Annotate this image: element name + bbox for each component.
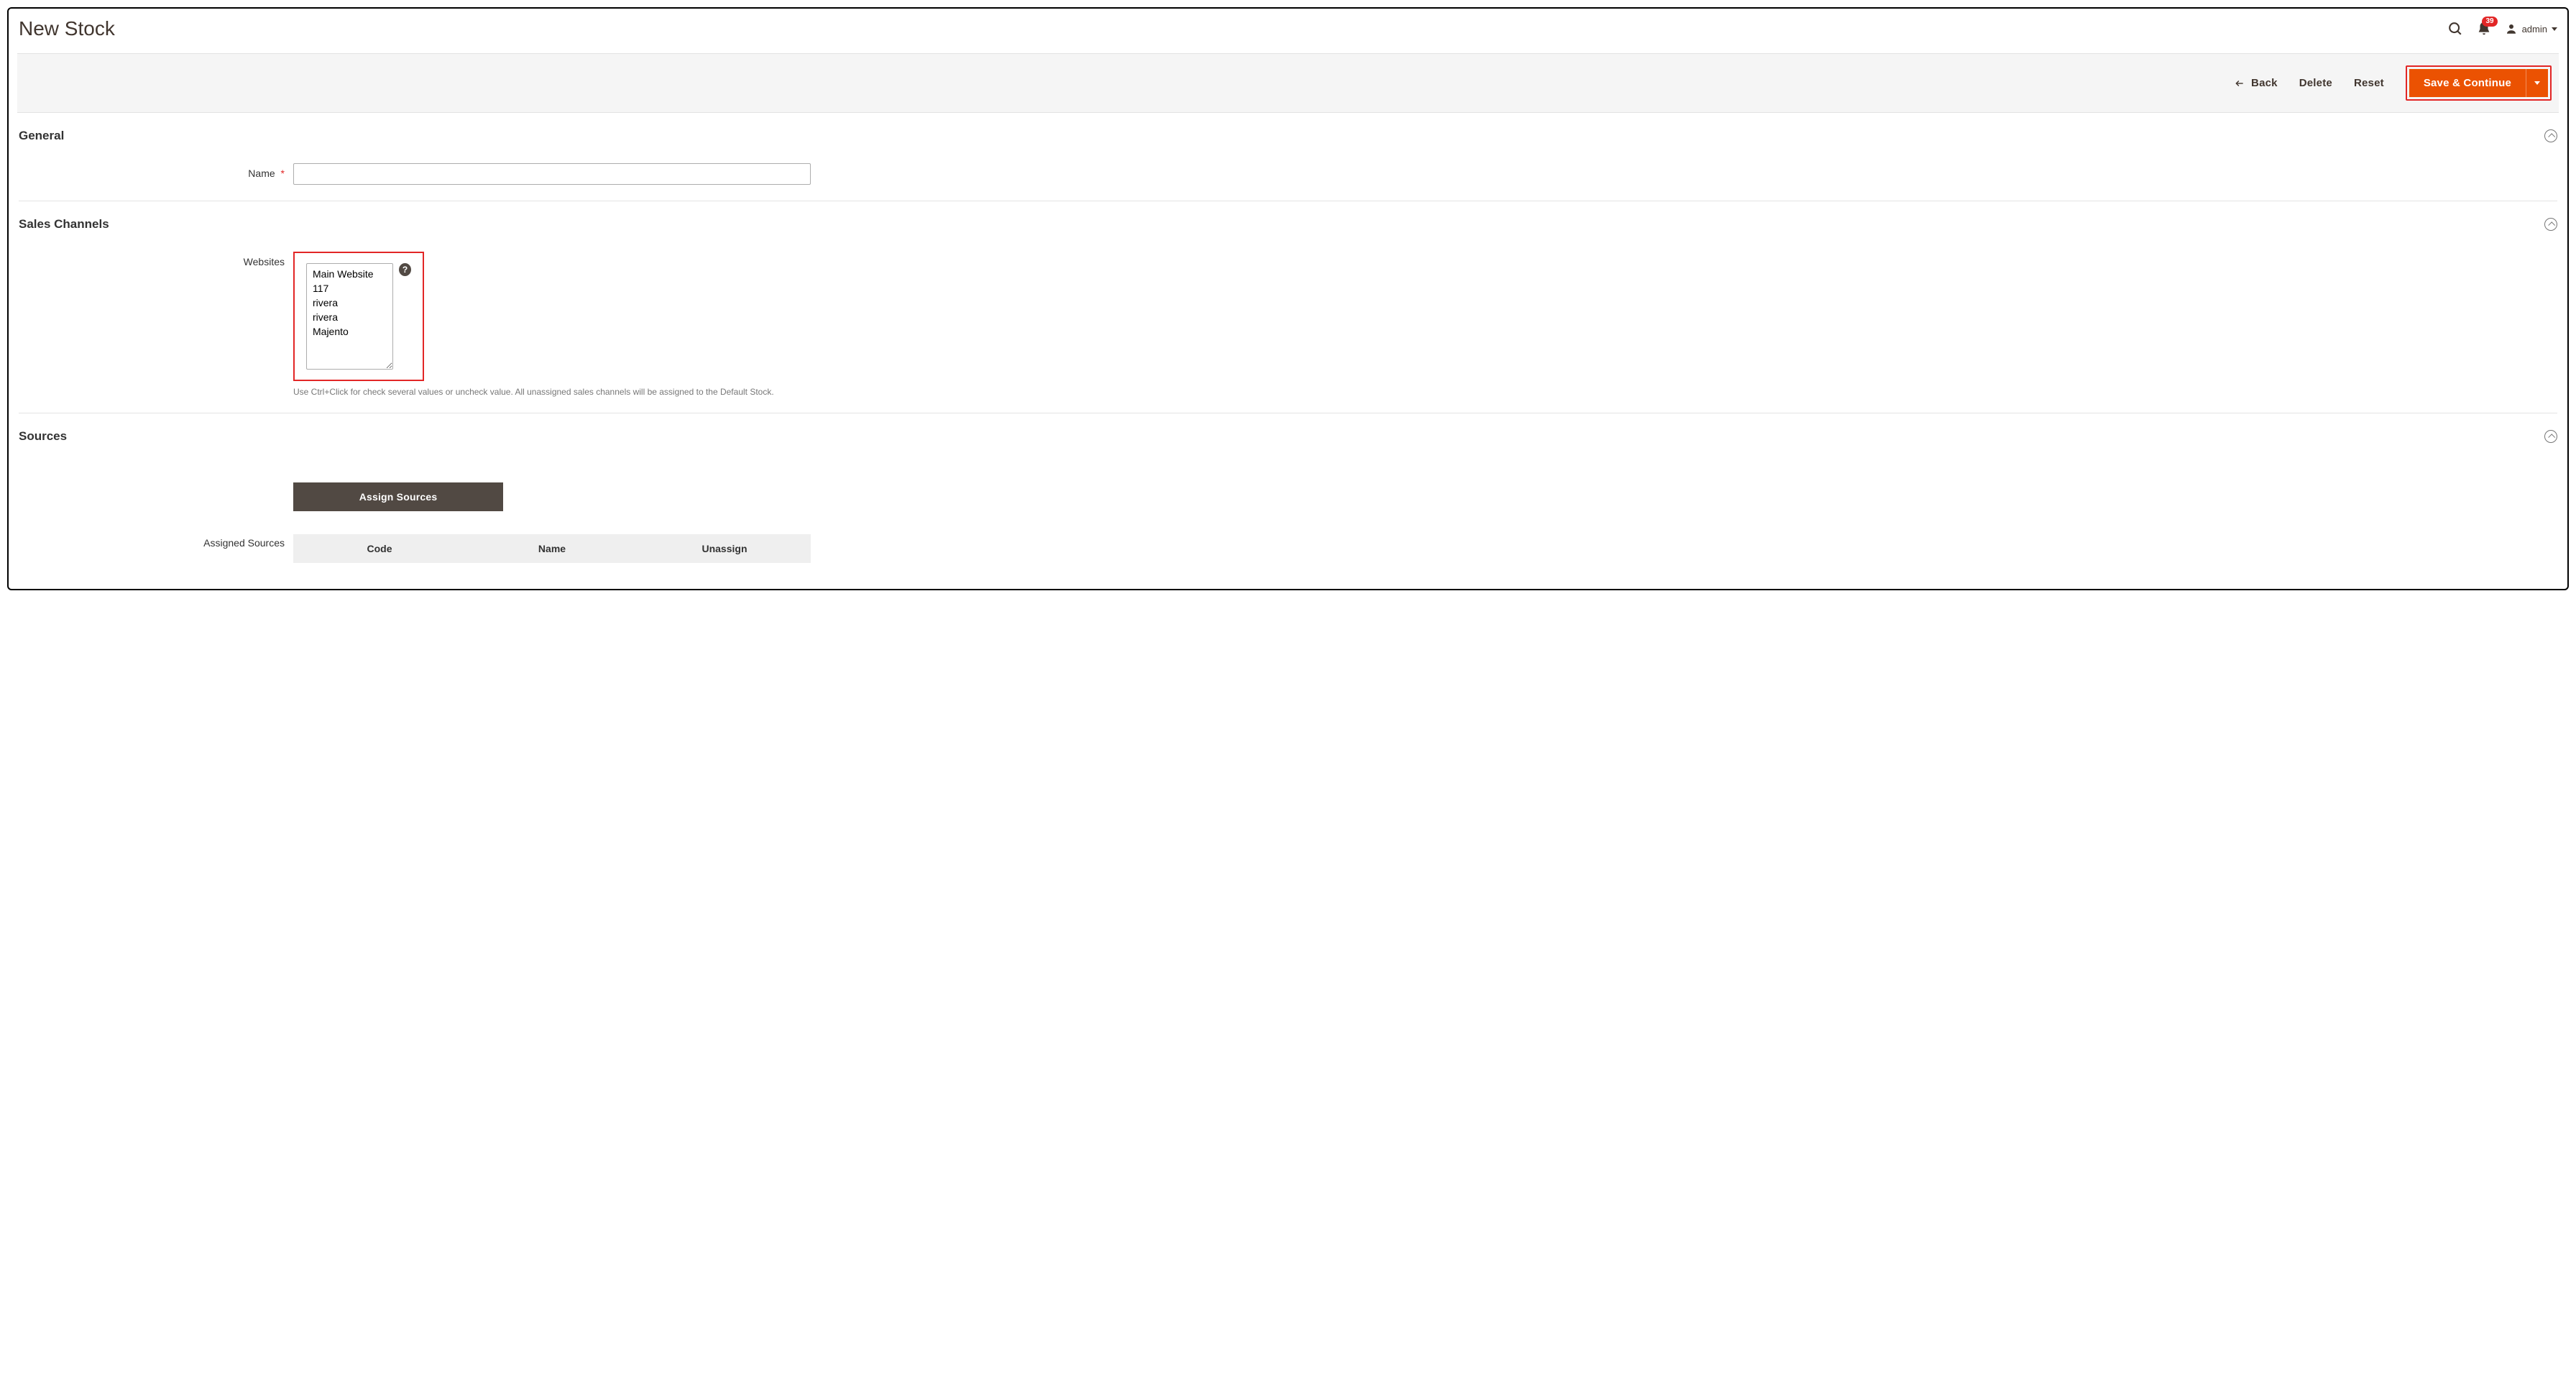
admin-label: admin [2522, 24, 2547, 35]
section-general: General Name * [19, 113, 2557, 201]
website-option[interactable]: Majento [308, 324, 391, 339]
website-option[interactable]: 117 [308, 281, 391, 296]
section-sources: Sources Assign Sources Assigned Sources … [19, 413, 2557, 579]
page-title: New Stock [19, 17, 115, 40]
website-option[interactable]: rivera [308, 296, 391, 310]
notifications-icon[interactable]: 39 [2476, 21, 2492, 37]
websites-label: Websites [244, 256, 285, 267]
websites-multiselect[interactable]: Main Website117riverariveraMajento [306, 263, 393, 370]
assigned-sources-label: Assigned Sources [203, 537, 285, 549]
name-label: Name [248, 168, 275, 179]
section-sales-channels: Sales Channels Websites Main Website117r… [19, 201, 2557, 413]
delete-button[interactable]: Delete [2299, 77, 2332, 89]
required-star-icon: * [281, 168, 285, 179]
arrow-left-icon [2234, 78, 2245, 88]
search-icon[interactable] [2447, 21, 2463, 37]
admin-account-menu[interactable]: admin [2505, 22, 2557, 35]
collapse-icon [2544, 218, 2557, 231]
collapse-icon [2544, 430, 2557, 443]
notifications-badge: 39 [2482, 17, 2497, 27]
help-icon[interactable]: ? [399, 263, 411, 276]
col-unassign: Unassign [638, 543, 811, 554]
assign-sources-button[interactable]: Assign Sources [293, 482, 503, 511]
section-title-general: General [19, 129, 64, 143]
website-option[interactable]: rivera [308, 310, 391, 324]
section-title-sources: Sources [19, 429, 67, 444]
save-continue-button[interactable]: Save & Continue [2409, 69, 2526, 97]
section-toggle-general[interactable]: General [19, 129, 2557, 143]
websites-hint: Use Ctrl+Click for check several values … [293, 387, 2557, 397]
user-icon [2505, 22, 2518, 35]
reset-button[interactable]: Reset [2354, 77, 2384, 89]
chevron-down-icon [2534, 81, 2540, 85]
website-option[interactable]: Main Website [308, 267, 391, 281]
collapse-icon [2544, 129, 2557, 142]
section-title-sales-channels: Sales Channels [19, 217, 109, 232]
section-toggle-sources[interactable]: Sources [19, 429, 2557, 444]
chevron-down-icon [2552, 27, 2557, 31]
save-button-highlight: Save & Continue [2406, 65, 2552, 101]
col-code: Code [293, 543, 466, 554]
sources-table-header: Code Name Unassign [293, 534, 811, 563]
page-actions-bar: Back Delete Reset Save & Continue [17, 53, 2559, 113]
websites-highlight-box: Main Website117riverariveraMajento ? [293, 252, 424, 381]
col-name: Name [466, 543, 638, 554]
name-input[interactable] [293, 163, 811, 185]
save-dropdown-toggle[interactable] [2526, 69, 2548, 97]
back-button[interactable]: Back [2234, 77, 2278, 89]
section-toggle-sales-channels[interactable]: Sales Channels [19, 217, 2557, 232]
